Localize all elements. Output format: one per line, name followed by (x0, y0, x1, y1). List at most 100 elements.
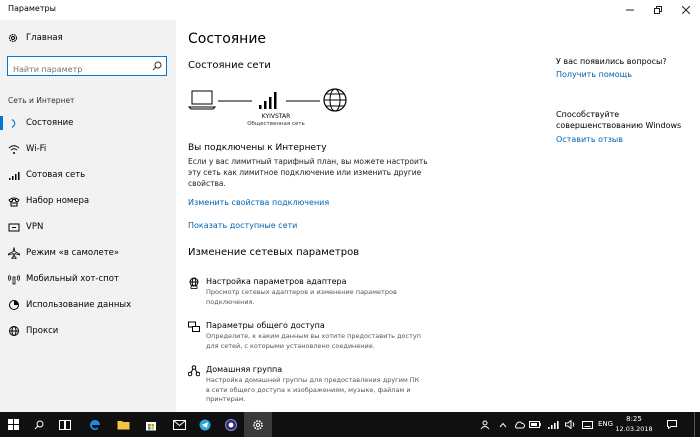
store-icon (146, 421, 156, 430)
sidebar-item-label: VPN (26, 222, 44, 232)
network-type: Общественная сеть (247, 121, 305, 127)
sidebar-item-label: Набор номера (26, 196, 90, 206)
section-title: Сеть и Интернет (8, 96, 75, 105)
close-button[interactable] (672, 0, 700, 20)
sidebar-item-status[interactable]: Состояние (0, 110, 176, 136)
data-usage-icon (8, 299, 20, 311)
sidebar-nav: Состояние Wi-Fi Сотовая сеть Набор номер… (0, 110, 176, 344)
sidebar-item-dialup[interactable]: Набор номера (0, 188, 176, 214)
sidebar-item-label: Мобильный хот-спот (26, 274, 119, 284)
sidebar-item-data-usage[interactable]: Использование данных (0, 292, 176, 318)
vpn-icon (8, 221, 20, 233)
change-properties-link[interactable]: Изменить свойства подключения (188, 198, 329, 207)
minimize-button[interactable] (616, 0, 644, 20)
page-title: Состояние (188, 31, 267, 47)
chevron-up-icon (499, 422, 507, 427)
tray-app-button[interactable] (512, 412, 526, 437)
option-title: Параметры общего доступа (206, 321, 325, 330)
network-status-heading: Состояние сети (188, 60, 271, 71)
homegroup-icon (188, 365, 200, 377)
globe-icon (323, 88, 347, 112)
gear-icon (253, 419, 263, 430)
wifi-icon (8, 143, 20, 155)
sidebar-item-label: Режим «в самолете» (26, 248, 120, 258)
sharing-icon (188, 321, 200, 332)
windows-logo-icon (7, 419, 19, 430)
questions-text: У вас появились вопросы? (556, 57, 667, 66)
cellular-icon (8, 169, 20, 181)
show-networks-link[interactable]: Показать доступные сети (188, 221, 297, 230)
edge-button[interactable] (82, 412, 108, 437)
sidebar-item-vpn[interactable]: VPN (0, 214, 176, 240)
settings-taskbar-button[interactable] (244, 412, 272, 437)
proxy-icon (8, 325, 20, 337)
title-bar: Параметры (0, 0, 700, 20)
connection-line (286, 100, 320, 102)
task-view-button[interactable] (52, 412, 78, 437)
adapter-icon (189, 277, 199, 289)
people-button[interactable] (478, 412, 492, 437)
volume-button[interactable] (563, 412, 577, 437)
mail-button[interactable] (166, 412, 192, 437)
input-method-button[interactable] (580, 412, 594, 437)
sidebar-item-label: Wi-Fi (26, 144, 47, 154)
edge-icon (90, 419, 100, 430)
tray-overflow-button[interactable] (496, 412, 510, 437)
taskbar: ENG 8:25 12.03.2018 (0, 412, 700, 437)
network-tray-button[interactable] (546, 412, 560, 437)
option-description: Просмотр сетевых адаптеров и изменение п… (206, 288, 397, 306)
show-desktop-button[interactable] (694, 412, 700, 437)
search-icon (34, 420, 44, 429)
network-name: KYIVSTAR (261, 113, 291, 120)
clock-time: 8:25 (626, 415, 642, 423)
option-description: Настройка домашней группы для предоставл… (206, 376, 420, 403)
signal-icon (547, 421, 559, 429)
connected-status: Вы подключены к Интернету (188, 143, 327, 153)
people-icon (480, 420, 490, 429)
app-button[interactable] (218, 412, 244, 437)
dialup-icon (8, 195, 20, 207)
home-button[interactable]: Главная (8, 33, 63, 43)
close-icon (682, 6, 690, 14)
store-button[interactable] (138, 412, 164, 437)
sidebar-item-wifi[interactable]: Wi-Fi (0, 136, 176, 162)
action-center-button[interactable] (664, 412, 680, 437)
cloud-icon (514, 421, 525, 428)
volume-icon (564, 420, 574, 429)
sidebar-item-label: Состояние (26, 118, 74, 128)
signal-icon (259, 92, 277, 109)
airplane-icon (8, 247, 20, 259)
hotspot-icon (8, 273, 20, 285)
window-title: Параметры (8, 4, 56, 13)
improve-text-2: совершенствованию Windows (556, 121, 682, 130)
gear-icon (8, 33, 18, 43)
start-button[interactable] (0, 412, 26, 437)
battery-button[interactable] (528, 412, 542, 437)
option-description: Определите, к каким данным вы хотите пре… (206, 332, 421, 350)
home-label: Главная (26, 33, 63, 43)
feedback-link[interactable]: Оставить отзыв (556, 135, 623, 144)
folder-icon (117, 421, 129, 430)
mail-icon (172, 419, 186, 430)
search-box[interactable] (7, 56, 167, 79)
sidebar: Главная Сеть и Интернет Состояние Wi-Fi … (0, 20, 176, 412)
search-taskbar-button[interactable] (26, 412, 52, 437)
sidebar-item-proxy[interactable]: Прокси (0, 318, 176, 344)
telegram-icon (199, 419, 211, 430)
option-title: Домашняя группа (206, 365, 283, 374)
sidebar-item-hotspot[interactable]: Мобильный хот-спот (0, 266, 176, 292)
clock[interactable]: 8:25 12.03.2018 (614, 414, 654, 434)
maximize-button[interactable] (644, 0, 672, 20)
network-diagram: KYIVSTAR Общественная сеть (188, 87, 358, 135)
get-help-link[interactable]: Получить помощь (556, 70, 632, 79)
search-input[interactable] (8, 60, 146, 79)
battery-icon (529, 421, 541, 428)
status-icon (8, 117, 20, 129)
language-indicator[interactable]: ENG (598, 420, 613, 428)
sidebar-item-cellular[interactable]: Сотовая сеть (0, 162, 176, 188)
telegram-button[interactable] (192, 412, 218, 437)
explorer-button[interactable] (110, 412, 136, 437)
sidebar-item-airplane[interactable]: Режим «в самолете» (0, 240, 176, 266)
laptop-icon (188, 90, 216, 110)
search-icon[interactable] (152, 61, 162, 71)
